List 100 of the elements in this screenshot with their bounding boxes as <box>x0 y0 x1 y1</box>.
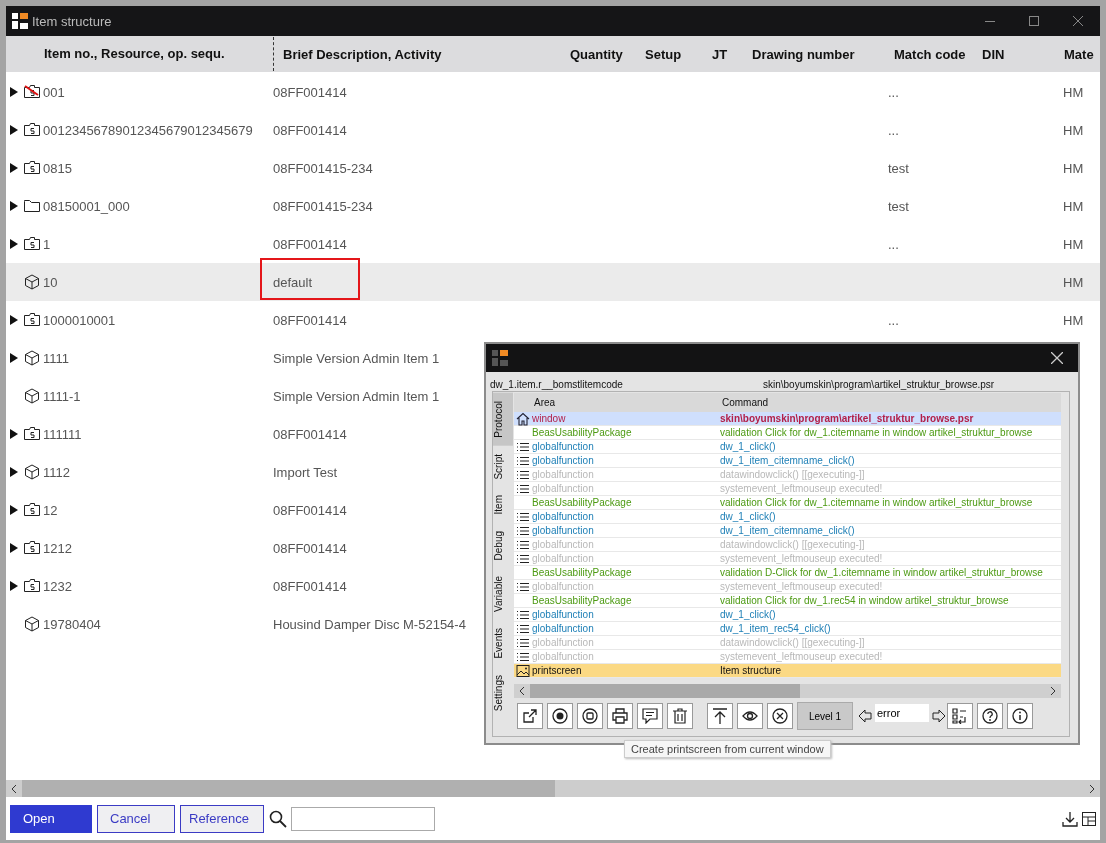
scroll-right-icon[interactable] <box>1049 686 1057 696</box>
search-field[interactable] <box>291 806 435 831</box>
close-button[interactable] <box>1050 351 1064 365</box>
table-cell: 19780404 <box>43 616 101 632</box>
stamped-folder-icon <box>24 426 40 442</box>
stop-button[interactable] <box>577 703 603 729</box>
column-header[interactable]: DIN <box>976 46 1058 62</box>
expand-arrow-icon[interactable] <box>10 201 18 211</box>
record-icon <box>552 708 568 724</box>
tooltip: Create printscreen from current window <box>624 740 831 758</box>
table-row[interactable]: 001 08FF001414 ... HM <box>6 73 1100 111</box>
cube-icon <box>24 350 40 366</box>
table-row[interactable]: 1000010001 08FF001414 ... HM <box>6 301 1100 339</box>
log-row[interactable]: globalfunction dw_1_item_rec54_click() <box>514 622 1061 636</box>
upload-button[interactable] <box>707 703 733 729</box>
table-row[interactable]: 08150001_000 08FF001415-234 test HM <box>6 187 1100 225</box>
filter-field[interactable]: error <box>875 704 929 722</box>
column-header[interactable]: Match code <box>888 46 976 62</box>
log-row[interactable]: window skin\boyumskin\program\artikel_struktur_browse.psr <box>514 412 1061 426</box>
tree-button[interactable] <box>947 703 973 729</box>
vertical-tab[interactable]: Script <box>493 445 513 488</box>
vertical-tab[interactable]: Variable <box>493 568 513 621</box>
scrollbar-thumb[interactable] <box>530 684 800 698</box>
table-cell: 08FF001415-234 <box>273 198 373 214</box>
open-button[interactable]: Open <box>10 804 92 833</box>
log-row[interactable]: BeasUsabilityPackage validation Click for dw_1.citemname in window artikel_struktur_browse <box>514 426 1061 440</box>
table-cell: 08FF001414 <box>273 502 347 518</box>
expand-arrow-icon[interactable] <box>10 239 18 249</box>
cancel-button[interactable]: Cancel <box>97 804 175 833</box>
expand-arrow-icon[interactable] <box>10 467 18 477</box>
scrollbar-thumb[interactable] <box>22 780 555 797</box>
stamped-folder-icon <box>24 540 40 556</box>
trash-icon <box>672 708 688 724</box>
right-arrow-icon[interactable] <box>932 709 946 723</box>
table-row[interactable]: 00123456789012345679012345679 08FF001414 ... HM <box>6 111 1100 149</box>
column-header[interactable]: Command <box>722 397 769 408</box>
expand-arrow-icon[interactable] <box>10 353 18 363</box>
level-button[interactable]: Level 1 <box>797 702 853 730</box>
log-command: validation Click for dw_1.citemname in window artikel_struktur_browse <box>720 427 1033 438</box>
column-header[interactable]: Quantity <box>564 46 639 62</box>
table-row[interactable]: 0815 08FF001415-234 test HM <box>6 149 1100 187</box>
info-button[interactable] <box>1007 703 1033 729</box>
log-row[interactable]: globalfunction dw_1_click() <box>514 440 1061 454</box>
print-button[interactable] <box>607 703 633 729</box>
log-row[interactable]: BeasUsabilityPackage validation Click for dw_1.rec54 in window artikel_struktur_browse <box>514 594 1061 608</box>
expand-arrow-icon[interactable] <box>10 543 18 553</box>
log-row[interactable]: globalfunction dw_1_click() <box>514 510 1061 524</box>
vertical-tab[interactable]: Settings <box>493 666 513 719</box>
column-header[interactable]: Area <box>534 397 722 408</box>
column-header[interactable]: JT <box>706 46 746 62</box>
scroll-right-icon[interactable] <box>1088 783 1096 794</box>
vertical-tab[interactable]: Item <box>493 487 513 523</box>
help-button[interactable] <box>977 703 1003 729</box>
table-cell: 08FF001414 <box>273 312 347 328</box>
column-header[interactable]: Item no., Resource, op. sequ. <box>6 37 274 71</box>
expand-arrow-icon[interactable] <box>10 429 18 439</box>
expand-arrow-icon[interactable] <box>10 125 18 135</box>
left-arrow-icon[interactable] <box>858 709 872 723</box>
vertical-tab[interactable]: Protocol <box>493 393 513 446</box>
scroll-left-icon[interactable] <box>10 783 18 794</box>
log-row[interactable]: globalfunction dw_1_item_citemname_click() <box>514 454 1061 468</box>
table-cell: Import Test <box>273 464 338 480</box>
table-cell: default <box>273 274 313 290</box>
expand-arrow-icon[interactable] <box>10 581 18 591</box>
column-header[interactable]: Mate <box>1058 46 1100 62</box>
expand-arrow-icon[interactable] <box>10 315 18 325</box>
reference-button[interactable]: Reference <box>180 804 264 833</box>
expand-arrow-icon[interactable] <box>10 87 18 97</box>
download-icon[interactable] <box>1062 810 1078 827</box>
column-header[interactable]: Setup <box>639 46 706 62</box>
vertical-tab[interactable]: Events <box>493 620 513 667</box>
table-row[interactable]: 1111 Simple Version Admin Item 1 <box>6 339 1100 377</box>
table-cell: 1000010001 <box>43 312 116 328</box>
log-row[interactable]: globalfunction dw_1_click() <box>514 608 1061 622</box>
log-row[interactable]: globalfunction dw_1_item_citemname_click() <box>514 524 1061 538</box>
log-row[interactable]: BeasUsabilityPackage validation D-Click for dw_1.citemname in window artikel_struktur_browse <box>514 566 1061 580</box>
log-area: BeasUsabilityPackage <box>532 595 720 606</box>
log-row[interactable]: BeasUsabilityPackage validation Click for dw_1.citemname in window artikel_struktur_browse <box>514 496 1061 510</box>
record-button[interactable] <box>547 703 573 729</box>
horizontal-scrollbar[interactable] <box>6 780 1100 797</box>
log-row[interactable]: printscreen Item structure <box>514 664 1061 678</box>
table-row[interactable]: 10 default HM <box>6 263 1100 301</box>
log-area: globalfunction <box>532 483 720 494</box>
log-area: BeasUsabilityPackage <box>532 427 720 438</box>
comment-button[interactable] <box>637 703 663 729</box>
cancel-button[interactable] <box>767 703 793 729</box>
table-row[interactable]: 1 08FF001414 ... HM <box>6 225 1100 263</box>
watch-button[interactable] <box>737 703 763 729</box>
vertical-tab[interactable]: Debug <box>493 522 513 569</box>
expand-arrow-icon[interactable] <box>10 163 18 173</box>
layout-icon[interactable] <box>1081 810 1097 827</box>
expand-arrow-icon[interactable] <box>10 505 18 515</box>
horizontal-scrollbar[interactable] <box>514 684 1061 698</box>
scroll-left-icon[interactable] <box>518 686 526 696</box>
table-cell: HM <box>1063 236 1084 252</box>
column-header[interactable]: Drawing number <box>746 46 888 62</box>
export-button[interactable] <box>517 703 543 729</box>
delete-button[interactable] <box>667 703 693 729</box>
column-header[interactable]: Brief Description, Activity <box>274 46 564 62</box>
search-icon[interactable] <box>269 809 287 828</box>
